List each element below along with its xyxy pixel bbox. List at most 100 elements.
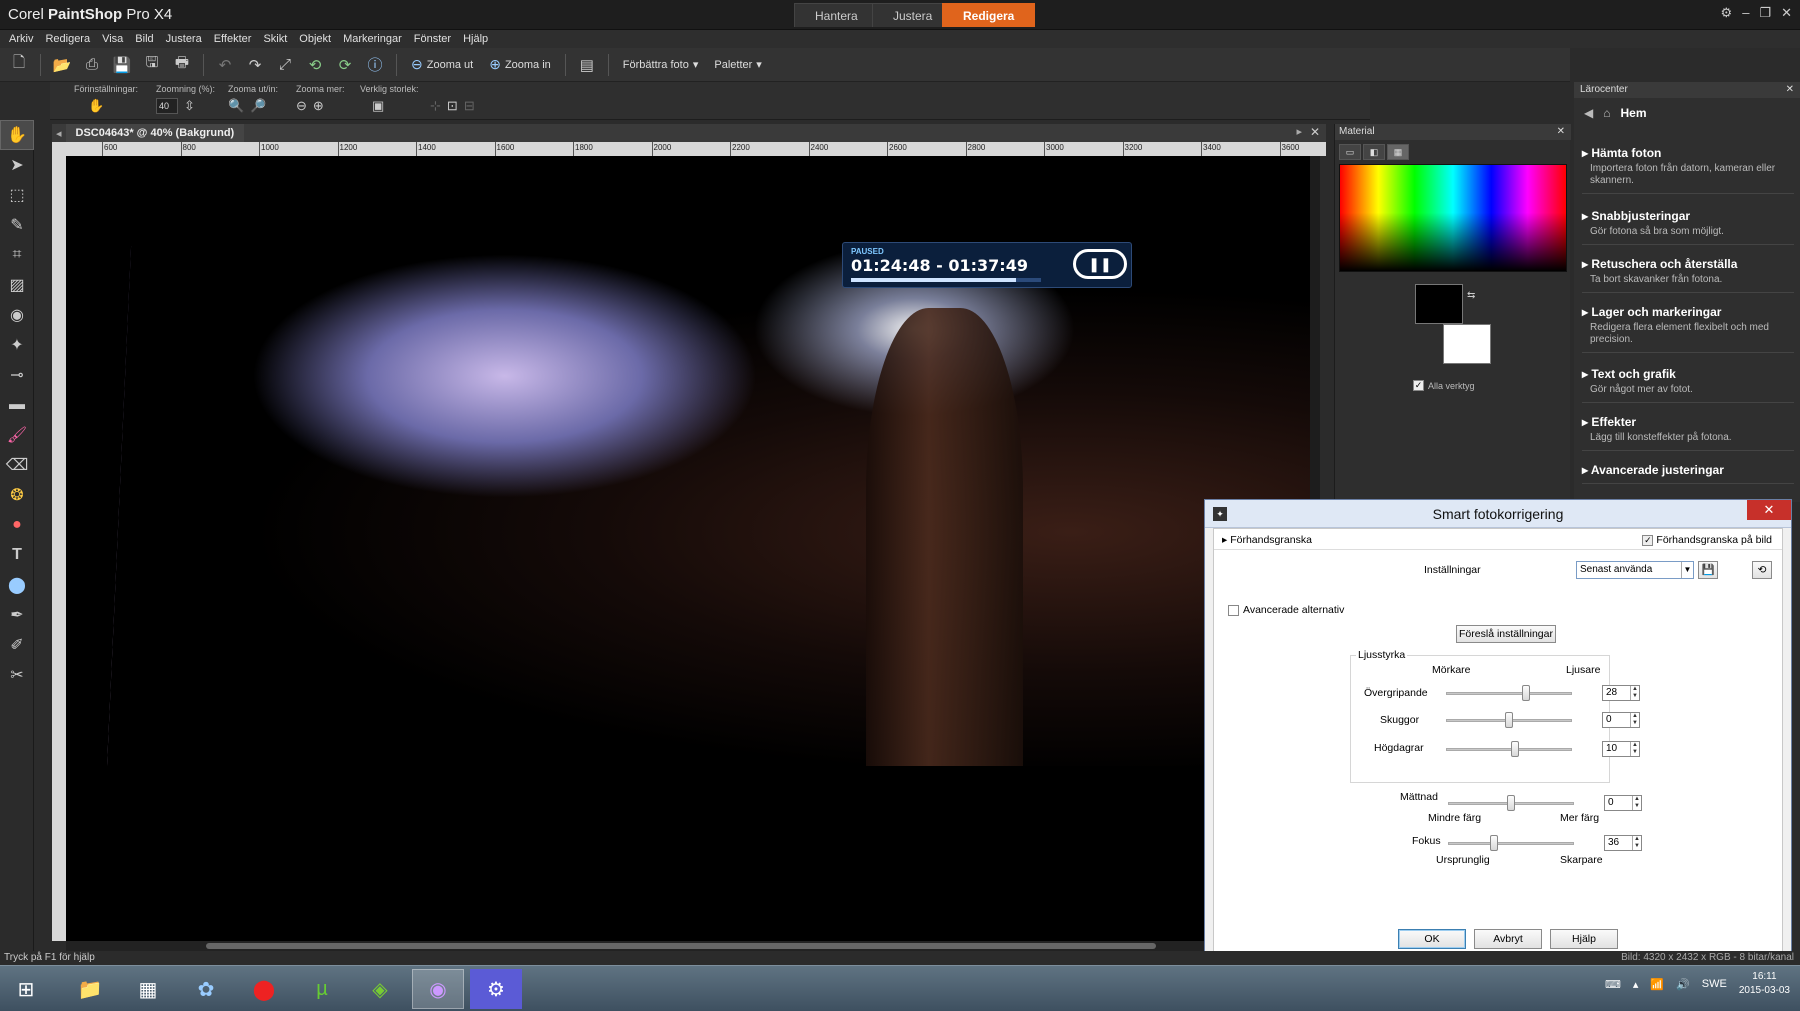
warp-tool-icon[interactable]: ✐ <box>0 630 34 660</box>
menu-objekt[interactable]: Objekt <box>294 30 336 48</box>
learn-item-hamta-foton[interactable]: ▸ Hämta foton Importera foton från datorn… <box>1582 146 1794 194</box>
calculator-icon[interactable]: ▦ <box>122 969 174 1009</box>
tab-hantera[interactable]: Hantera <box>794 3 879 27</box>
save-preset-icon[interactable]: 💾 <box>1698 561 1718 579</box>
slider-thumb[interactable] <box>1510 741 1519 757</box>
saturation-input[interactable]: 0 ▲ ▼ <box>1604 795 1642 811</box>
learn-item-effekter[interactable]: ▸ Effekter Lägg till konsteffekter på fot… <box>1582 415 1794 451</box>
all-tools-checkbox[interactable]: ✓ <box>1413 380 1424 391</box>
actual-size-icon[interactable]: ▣ <box>372 98 384 114</box>
crop-tool-icon[interactable]: ⌗ <box>0 240 34 270</box>
slider-thumb[interactable] <box>1490 835 1499 851</box>
tab-scroll-right-icon[interactable]: ▸ <box>1296 125 1302 138</box>
text-tool-icon[interactable]: T <box>0 540 34 570</box>
learn-item-snabbjusteringar[interactable]: ▸ Snabbjusteringar Gör fotona så bra som … <box>1582 209 1794 245</box>
close-icon[interactable]: ✕ <box>1557 124 1565 140</box>
tab-frame-icon[interactable]: ▭ <box>1339 144 1361 160</box>
save-as-icon[interactable]: 🖫 <box>139 52 165 78</box>
shadows-input[interactable]: 0 ▲ ▼ <box>1602 712 1640 728</box>
save-icon[interactable]: 💾 <box>109 52 135 78</box>
smudge-tool-icon[interactable]: ● <box>0 510 34 540</box>
zoom-percent-input[interactable]: 40 <box>156 98 178 114</box>
tab-scroll-left-icon[interactable]: ◂ <box>52 127 66 140</box>
learn-item-retuschera[interactable]: ▸ Retuschera och återställa Ta bort skava… <box>1582 257 1794 293</box>
enhance-photo-menu[interactable]: Förbättra foto ▾ <box>617 52 705 78</box>
slider-thumb[interactable] <box>1505 712 1513 728</box>
network-icon[interactable]: 📶 <box>1650 978 1664 991</box>
spin-arrows-icon[interactable]: ▲ ▼ <box>1630 713 1639 727</box>
ok-button[interactable]: OK <box>1398 929 1466 949</box>
fit-window-icon[interactable]: ⊹ <box>430 98 441 114</box>
spin-arrows-icon[interactable]: ▲ ▼ <box>1632 836 1641 850</box>
clone-tool-icon[interactable]: ⊸ <box>0 360 34 390</box>
close-icon[interactable]: ✕ <box>1781 5 1792 21</box>
help-button[interactable]: Hjälp <box>1550 929 1618 949</box>
menu-markeringar[interactable]: Markeringar <box>338 30 407 48</box>
cancel-button[interactable]: Avbryt <box>1474 929 1542 949</box>
fit-selection-icon[interactable]: ⊟ <box>464 98 475 114</box>
menu-hjalp[interactable]: Hjälp <box>458 30 493 48</box>
close-document-icon[interactable]: ✕ <box>1310 125 1320 139</box>
menu-effekter[interactable]: Effekter <box>209 30 257 48</box>
print-icon[interactable]: 🖶 <box>169 52 195 78</box>
redo-icon[interactable]: ↷ <box>242 52 268 78</box>
menu-bild[interactable]: Bild <box>130 30 158 48</box>
tab-rainbow-icon[interactable]: ◧ <box>1363 144 1385 160</box>
overall-input[interactable]: 28 ▲ ▼ <box>1602 685 1640 701</box>
preview-on-image-checkbox[interactable]: ✓ <box>1642 534 1654 546</box>
pick-tool-icon[interactable]: ➤ <box>0 150 34 180</box>
saturation-slider[interactable] <box>1448 795 1574 811</box>
rotate-right-icon[interactable]: ⟳ <box>332 52 358 78</box>
utorrent-icon[interactable]: µ <box>296 969 348 1009</box>
close-icon[interactable]: ✕ <box>1786 82 1794 98</box>
highlights-input[interactable]: 10 ▲ ▼ <box>1602 741 1640 757</box>
learn-item-text-grafik[interactable]: ▸ Text och grafik Gör något mer av fotot. <box>1582 367 1794 403</box>
zoom-in-button[interactable]: ⊕ Zooma in <box>483 52 557 78</box>
menu-arkiv[interactable]: Arkiv <box>4 30 38 48</box>
pen-tool-icon[interactable]: ✒ <box>0 600 34 630</box>
preview-toggle[interactable]: ▸ Förhandsgranska <box>1222 534 1312 546</box>
resize-icon[interactable]: ⤢ <box>272 52 298 78</box>
zoom-in-icon[interactable]: 🔎 <box>250 98 266 114</box>
nvidia-icon[interactable]: ◈ <box>354 969 406 1009</box>
windows-start-icon[interactable]: ⊞ <box>0 969 52 1009</box>
shadows-slider[interactable] <box>1446 712 1572 728</box>
home-icon[interactable]: ⌂ <box>1603 106 1610 120</box>
menu-redigera[interactable]: Redigera <box>40 30 95 48</box>
volume-icon[interactable]: 🔊 <box>1676 978 1690 991</box>
new-file-icon[interactable]: 🗋 <box>6 52 32 78</box>
home-label[interactable]: Hem <box>1620 106 1646 120</box>
paint-app-icon[interactable]: ✿ <box>180 969 232 1009</box>
keyboard-icon[interactable]: ⌨ <box>1605 978 1621 991</box>
learn-item-avancerade[interactable]: ▸ Avancerade justeringar <box>1582 463 1794 484</box>
zoom-out-icon[interactable]: 🔍 <box>228 98 244 114</box>
document-tab[interactable]: DSC04643* @ 40% (Bakgrund) <box>65 124 245 142</box>
tray-chevron-icon[interactable]: ▴ <box>1633 978 1639 991</box>
overall-slider[interactable] <box>1446 685 1572 701</box>
menu-justera[interactable]: Justera <box>161 30 207 48</box>
swap-colors-icon[interactable]: ⇆ <box>1467 290 1475 301</box>
menu-visa[interactable]: Visa <box>97 30 128 48</box>
pan-tool-icon[interactable]: ✋ <box>0 120 34 150</box>
horizontal-scrollbar[interactable] <box>66 941 1316 951</box>
reset-icon[interactable]: ⟲ <box>1752 561 1772 579</box>
fill-tool-icon[interactable]: ▬ <box>0 390 34 420</box>
close-icon[interactable]: ✕ <box>1747 500 1791 520</box>
undo-icon[interactable]: ↶ <box>212 52 238 78</box>
zoom-out-button[interactable]: ⊖ Zooma ut <box>405 52 479 78</box>
language-indicator[interactable]: SWE <box>1702 978 1727 990</box>
minimize-icon[interactable]: – <box>1742 5 1749 21</box>
background-color-swatch[interactable] <box>1443 324 1491 364</box>
pause-icon[interactable]: ❚❚ <box>1073 249 1127 279</box>
advanced-checkbox[interactable] <box>1228 604 1239 616</box>
minus-circle-icon[interactable]: ⊖ <box>296 98 307 114</box>
fit-image-icon[interactable]: ⊡ <box>447 98 458 114</box>
straighten-tool-icon[interactable]: ▨ <box>0 270 34 300</box>
pan-hand-icon[interactable]: ✋ <box>88 98 104 114</box>
settings-icon[interactable]: ⚙ <box>1721 5 1733 21</box>
color-spectrum[interactable] <box>1339 164 1567 272</box>
opera-icon[interactable]: ⬤ <box>238 969 290 1009</box>
focus-input[interactable]: 36 ▲ ▼ <box>1604 835 1642 851</box>
spin-arrows-icon[interactable]: ▲ ▼ <box>1630 686 1639 700</box>
palettes-menu[interactable]: Paletter ▾ <box>708 52 767 78</box>
